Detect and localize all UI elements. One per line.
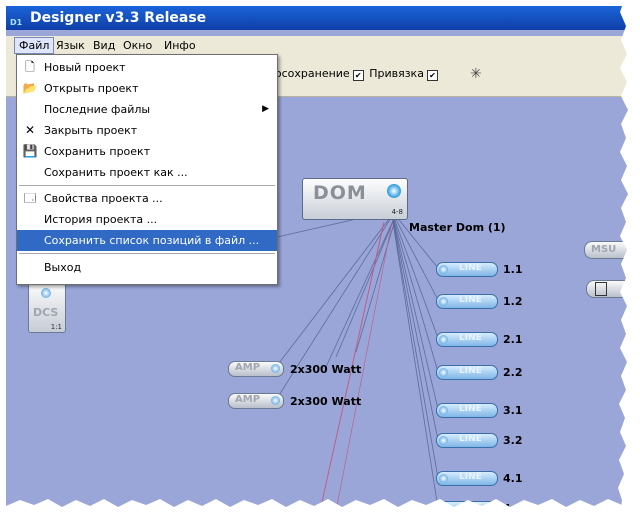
torn-edge-frame: [0, 0, 640, 517]
